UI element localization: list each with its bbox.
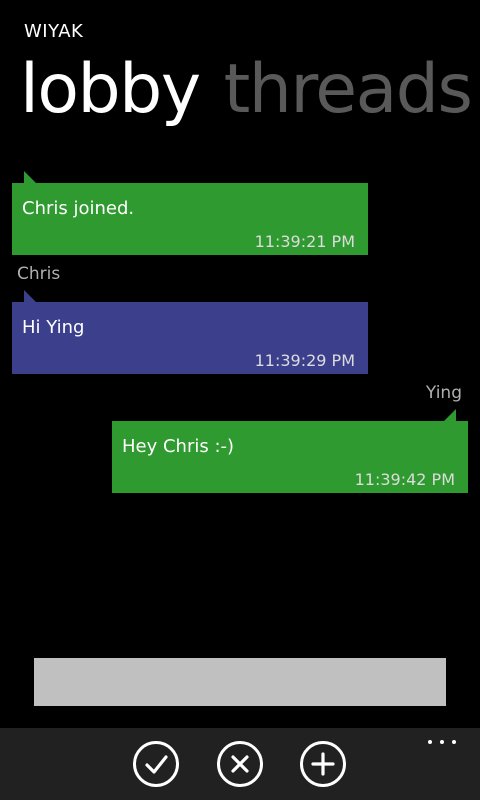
add-button[interactable]	[300, 741, 346, 787]
message-bubble: Hey Chris :-) 11:39:42 PM	[112, 409, 468, 493]
close-icon	[231, 755, 249, 773]
message-text: Chris joined.	[22, 198, 135, 219]
message-timestamp: 11:39:42 PM	[354, 470, 455, 489]
message-text: Hi Ying	[22, 317, 85, 338]
app-title: WIYAK	[24, 21, 84, 42]
pivot-header: lobby threads	[20, 50, 480, 130]
message-timestamp: 11:39:21 PM	[254, 232, 355, 251]
message-item: Hey Chris :-) 11:39:42 PM	[112, 409, 468, 493]
send-button[interactable]	[133, 741, 179, 787]
pivot-item-threads[interactable]: threads	[224, 50, 473, 130]
cancel-button[interactable]	[217, 741, 263, 787]
sender-name: Chris	[17, 264, 61, 284]
message-bubble: Chris joined. 11:39:21 PM	[12, 171, 368, 255]
sender-name: Ying	[425, 383, 462, 403]
message-bubble: Hi Ying 11:39:29 PM	[12, 290, 368, 374]
message-item: Chris joined. 11:39:21 PM	[12, 171, 368, 255]
add-icon	[311, 752, 335, 776]
more-dots-icon[interactable]	[428, 734, 456, 748]
message-text: Hey Chris :-)	[122, 436, 235, 457]
message-input[interactable]	[34, 658, 446, 706]
check-icon	[145, 755, 168, 774]
app-bar	[0, 728, 480, 800]
bubble-tail	[24, 290, 36, 302]
bubble-tail	[444, 409, 456, 421]
message-timestamp: 11:39:29 PM	[254, 351, 355, 370]
message-item: Hi Ying 11:39:29 PM	[12, 290, 368, 374]
bubble-tail	[24, 171, 36, 183]
pivot-item-lobby[interactable]: lobby	[20, 50, 201, 130]
